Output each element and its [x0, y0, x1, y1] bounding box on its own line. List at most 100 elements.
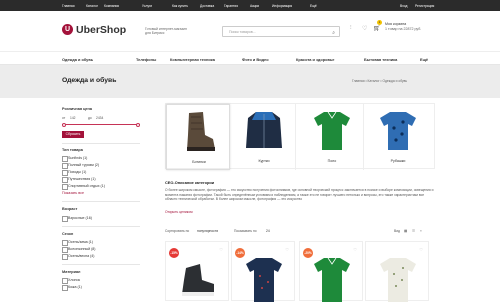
category-label: Поло — [327, 159, 337, 163]
cart-summary[interactable]: Моя корзина 1 товар на 22872 руб. — [385, 22, 421, 32]
polo-image — [314, 111, 350, 150]
cart-count-badge: 1 — [377, 20, 382, 25]
product-grid: -15% ♡ -14% ♡ -20% ♡ ♡ — [165, 241, 435, 302]
search-placeholder: Поиск товаров... — [229, 30, 256, 34]
logo-text[interactable]: UberShop — [76, 24, 126, 36]
price-from-input[interactable]: 142 — [70, 116, 76, 120]
shirt-image — [380, 112, 416, 150]
filter-option[interactable]: Взрослые (16) — [62, 216, 92, 222]
logo-icon[interactable]: U — [62, 24, 73, 35]
top-bar: Главная Каталог Компания Услуги Как купи… — [0, 0, 500, 11]
discount-badge: -15% — [169, 248, 179, 258]
top-link-catalog[interactable]: Каталог — [86, 4, 98, 8]
login-link[interactable]: Вход — [400, 4, 407, 8]
cart-subtitle: 1 товар на 22872 руб. — [385, 27, 422, 31]
filter-option[interactable]: Осень/весна (4) — [62, 254, 95, 260]
product-card[interactable]: ♡ — [365, 241, 429, 302]
top-link-more[interactable]: Ещё — [310, 4, 317, 8]
discount-badge: -20% — [303, 248, 313, 258]
top-link-promo[interactable]: Акции — [250, 4, 259, 8]
show-count-select[interactable]: 24 — [266, 229, 270, 233]
filter-material-title: Материал — [62, 270, 81, 274]
top-link-services[interactable]: Услуги — [142, 4, 152, 8]
nav-item-phones[interactable]: Телефоны — [136, 57, 156, 62]
breadcrumb[interactable]: Главная • Каталог • Одежда и обувь — [352, 79, 407, 83]
top-link-company[interactable]: Компания — [104, 4, 119, 8]
top-link-delivery[interactable]: Доставка — [200, 4, 214, 8]
price-slider-max-handle[interactable] — [136, 122, 140, 127]
filter-option[interactable]: Sunfinds (1) — [62, 156, 87, 162]
filter-option[interactable]: Путешествия (1) — [62, 177, 96, 183]
top-link-info[interactable]: Информация — [272, 4, 292, 8]
list-view-icon[interactable]: ☰ — [412, 229, 415, 233]
search-icon[interactable]: ⌕ — [332, 30, 335, 36]
top-link-howtobuy[interactable]: Как купить — [172, 4, 188, 8]
boot-image — [187, 112, 215, 151]
product-card[interactable]: -14% ♡ — [231, 241, 295, 302]
category-label: Ботинки — [192, 160, 206, 164]
nav-item-beauty[interactable]: Красота и здоровье — [296, 57, 334, 62]
reset-button[interactable]: Сбросить — [62, 131, 84, 138]
favorite-icon[interactable]: ♡ — [419, 247, 423, 252]
register-link[interactable]: Регистрация — [415, 4, 434, 8]
sort-select[interactable]: популярности — [197, 229, 218, 233]
filter-type-title: Тип товара — [62, 148, 83, 152]
filter-option[interactable]: Осень/зима (1) — [62, 240, 93, 246]
cart-icon[interactable]: 🛒︎ — [373, 25, 381, 32]
category-label: Рубашки — [390, 159, 406, 163]
price-to-input[interactable]: 2434 — [96, 116, 103, 120]
category-tile-shirts[interactable]: Рубашки — [366, 104, 430, 170]
filter-option[interactable]: Походы (1) — [62, 170, 86, 176]
seo-expand-link[interactable]: Открыть целиком — [165, 210, 193, 214]
table-view-icon[interactable]: ≡ — [420, 229, 422, 233]
favorite-icon[interactable]: ♡ — [353, 247, 357, 252]
filter-price-title: Розничная цена — [62, 107, 92, 111]
divider — [62, 226, 140, 227]
divider — [62, 264, 140, 265]
seo-title: СЕО-Описание категории — [165, 180, 215, 185]
view-label: Вид — [394, 229, 400, 233]
grid-view-icon[interactable]: ▦ — [404, 229, 407, 233]
category-label: Куртки — [258, 159, 270, 163]
divider — [62, 143, 140, 144]
product-card[interactable]: -20% ♡ — [299, 241, 363, 302]
nav-item-more[interactable]: Ещё — [420, 57, 428, 62]
category-tile-jackets[interactable]: Куртки — [232, 104, 296, 170]
jacket-image — [246, 112, 282, 148]
price-slider[interactable] — [62, 124, 140, 125]
price-slider-min-handle[interactable] — [62, 122, 66, 127]
favorites-icon[interactable]: ♡ — [362, 25, 367, 32]
category-tiles: Ботинки Куртки Поло Рубашки — [165, 103, 435, 170]
favorite-icon[interactable]: ♡ — [285, 247, 289, 252]
category-tile-polo[interactable]: Поло — [300, 104, 364, 170]
divider — [62, 201, 140, 202]
favorite-icon[interactable]: ♡ — [219, 247, 223, 252]
filter-season-title: Сезон — [62, 232, 74, 236]
price-to-label: до — [88, 116, 92, 120]
show-count-label: Показывать по — [234, 229, 257, 233]
top-link-home[interactable]: Главная — [62, 4, 75, 8]
main-nav: Одежда и обувь Телефоны Компьютерная тех… — [0, 51, 500, 66]
filter-age-title: Возраст — [62, 207, 78, 211]
discount-badge: -14% — [235, 248, 245, 258]
nav-item-clothes[interactable]: Одежда и обувь — [62, 57, 93, 62]
price-from-label: от — [62, 116, 66, 120]
filter-option[interactable]: Хлопок — [62, 278, 80, 284]
nav-item-computers[interactable]: Компьютерная техника — [170, 57, 215, 62]
product-card[interactable]: -15% ♡ — [165, 241, 229, 301]
search-input[interactable]: Поиск товаров... ⌕ — [222, 26, 340, 37]
filter-option[interactable]: Спортивный отдых (1) — [62, 184, 105, 190]
top-link-warranty[interactable]: Гарантия — [224, 4, 238, 8]
filter-option[interactable]: Кожа (1) — [62, 285, 82, 291]
show-all-link[interactable]: Показать все — [62, 191, 84, 195]
seo-text: О более широком смысле, фотография — это… — [165, 188, 434, 201]
filter-option[interactable]: Всесезонный (8) — [62, 247, 95, 253]
nav-item-photo[interactable]: Фото и Видео — [242, 57, 269, 62]
filter-option[interactable]: Полный туризм (2) — [62, 163, 99, 169]
tagline: Готовый интернет-магазин для Битрикс — [145, 27, 187, 35]
compare-icon[interactable]: ⫶ — [350, 25, 352, 32]
page-title: Одежда и обувь — [62, 77, 117, 84]
nav-item-appliances[interactable]: Бытовая техника — [364, 57, 397, 62]
category-tile-boots[interactable]: Ботинки — [166, 104, 230, 170]
sort-label: Сортировать по — [165, 229, 190, 233]
